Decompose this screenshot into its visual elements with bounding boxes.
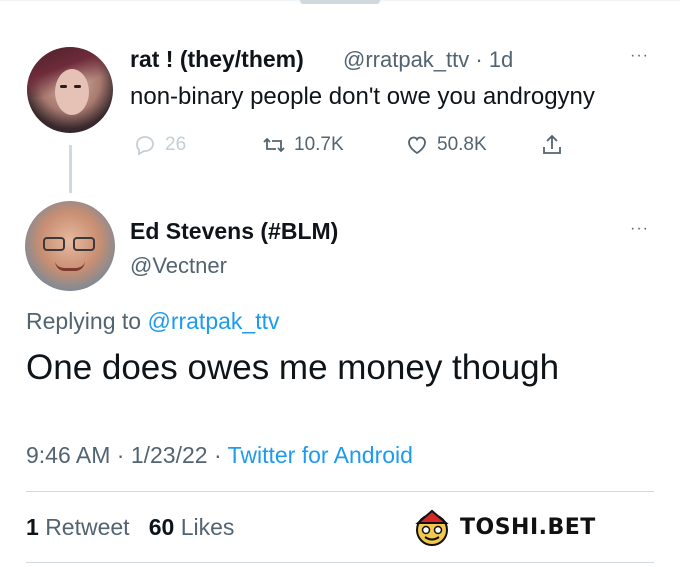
like-icon — [408, 136, 426, 155]
reply-icon — [136, 136, 154, 156]
likes-stat[interactable]: 60 Likes — [149, 514, 235, 540]
retweet-label: Retweet — [45, 514, 130, 540]
tweet1-text: non-binary people don't owe you androgyn… — [130, 83, 595, 110]
reply-count: 26 — [165, 134, 187, 155]
tweet1-author-handle[interactable]: @rratpak_ttv · 1d — [343, 47, 513, 73]
tweet-timestamp[interactable]: 9:46 AM · 1/23/22 · — [26, 442, 228, 468]
thread-line — [69, 145, 72, 193]
share-button[interactable] — [540, 132, 572, 158]
divider — [26, 491, 654, 492]
like-count: 50.8K — [437, 134, 487, 155]
engagement-stats: 1 Retweet 60 Likes — [26, 514, 234, 541]
like-total: 60 — [148, 514, 175, 540]
like-button[interactable]: 50.8K — [405, 132, 487, 158]
reply-button[interactable]: 26 — [133, 132, 186, 158]
toshi-logo-icon — [415, 509, 449, 546]
more-icon[interactable]: ··· — [630, 220, 649, 238]
tweet2-author-name[interactable]: Ed Stevens (#BLM) — [130, 218, 338, 245]
replying-to: Replying to @rratpak_ttv — [26, 308, 279, 335]
replying-handle-link[interactable]: @rratpak_ttv — [147, 308, 279, 334]
replying-prefix: Replying to — [26, 308, 142, 334]
avatar-ed-stevens[interactable] — [25, 201, 115, 291]
retweet-button[interactable]: 10.7K — [262, 132, 344, 158]
retweet-count: 10.7K — [294, 134, 344, 155]
tweet2-text: One does owes me money though — [26, 348, 560, 387]
retweets-stat[interactable]: 1 Retweet — [26, 514, 130, 540]
tweet1-author-name[interactable]: rat ! (they/them) — [130, 46, 304, 73]
retweet-total: 1 — [26, 514, 39, 540]
like-label: Likes — [180, 514, 235, 540]
tweet-metadata: 9:46 AM · 1/23/22 · Twitter for Android — [26, 442, 413, 469]
more-icon[interactable]: ··· — [630, 47, 649, 65]
retweet-icon — [263, 137, 285, 153]
avatar-rat[interactable] — [27, 47, 113, 133]
divider — [26, 562, 654, 563]
tweet2-author-handle[interactable]: @Vectner — [130, 253, 227, 279]
watermark-text: TOSHI.BET — [460, 514, 596, 540]
previous-tweet-edge — [300, 0, 380, 4]
watermark: TOSHI.BET — [410, 505, 596, 549]
share-icon — [543, 134, 561, 154]
tweet-source-link[interactable]: Twitter for Android — [228, 442, 413, 468]
